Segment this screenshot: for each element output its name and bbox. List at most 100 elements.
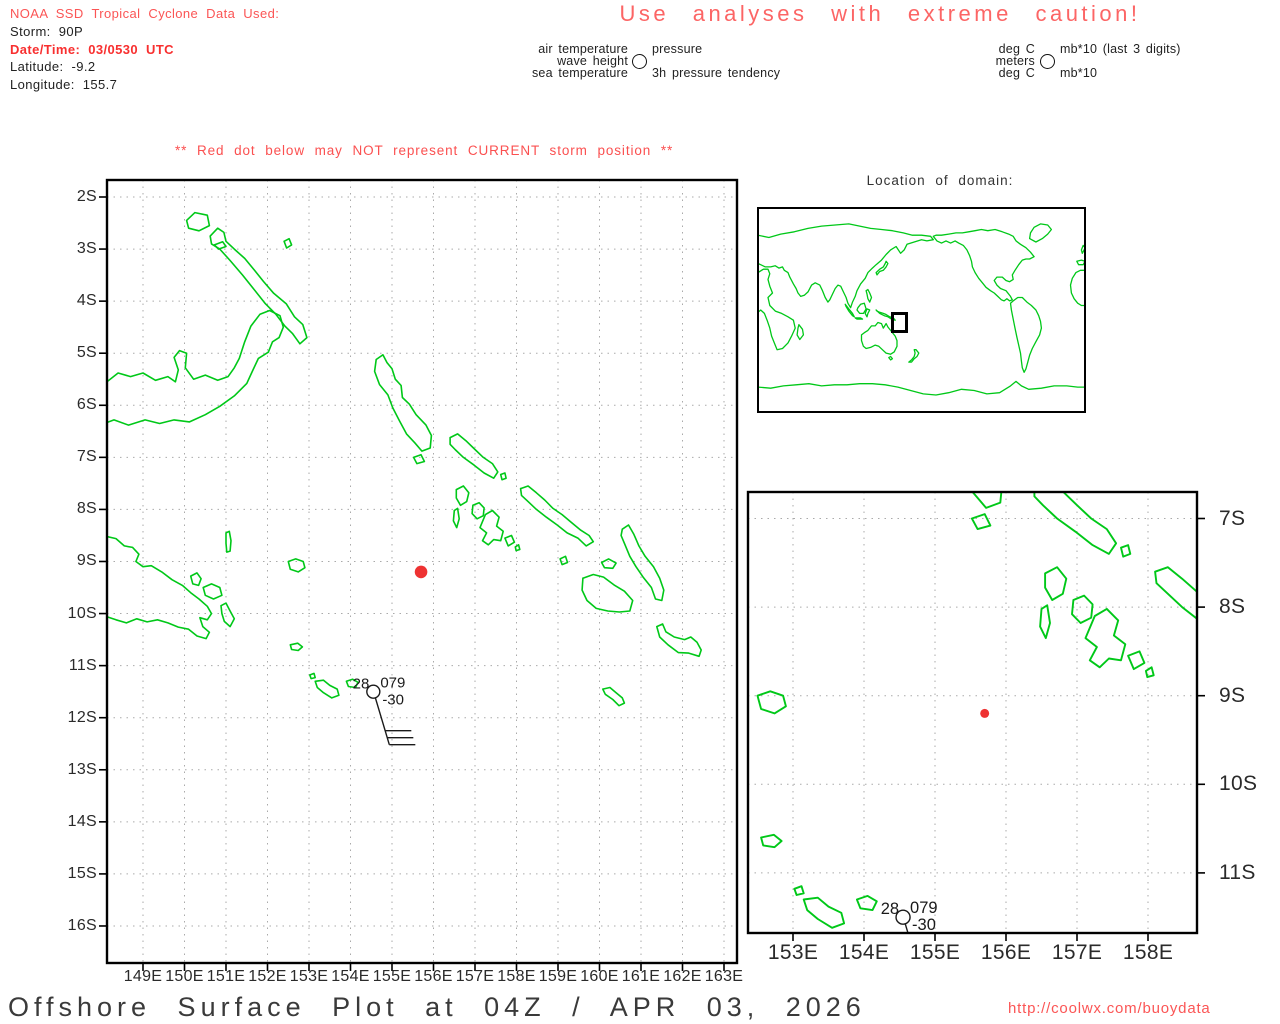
coastline <box>519 485 595 547</box>
lat-axis-label-main: 10S <box>67 604 97 622</box>
lat-axis-label-main: 4S <box>76 292 97 310</box>
lon-axis-label-main: 158E <box>497 968 536 985</box>
lon-axis-label-main: 149E <box>123 968 163 985</box>
lon-axis-label-main: 159E <box>538 968 578 985</box>
coastline <box>793 885 805 896</box>
lat-axis-label-main: 5S <box>76 344 97 362</box>
lat-axis-label-main: 7S <box>76 448 97 466</box>
coastline <box>600 558 617 570</box>
lat-axis-label-main: 6S <box>76 396 97 414</box>
lon-axis-label-main: 152E <box>248 968 287 985</box>
caution-title: Use analyses with extreme caution! <box>619 1 1141 26</box>
world-coastline <box>1069 269 1086 307</box>
coastline <box>412 453 426 465</box>
storm-latitude: Latitude: -9.2 <box>10 59 96 75</box>
coastline <box>471 501 485 520</box>
coastline <box>1144 666 1155 679</box>
coastline <box>855 894 878 912</box>
coastline <box>499 472 507 481</box>
noaa-header: NOAA SSD Tropical Cyclone Data Used: Sto… <box>10 5 279 94</box>
coastline <box>185 211 211 232</box>
lon-axis-label-main: 161E <box>621 968 661 985</box>
coastline <box>309 672 316 680</box>
lat-axis-label-main: 15S <box>67 864 97 882</box>
legend-mb10-tendency: mb*10 <box>1060 66 1098 80</box>
lon-axis-label-main: 155E <box>372 968 412 985</box>
lat-axis-label-zoom: 11S <box>1219 860 1256 884</box>
lat-axis-label-main: 14S <box>67 812 97 830</box>
station-air-temp: 28 <box>353 676 370 693</box>
inset-title: Location of domain: <box>866 173 1014 188</box>
station-plot: 28 079-30 <box>353 675 416 746</box>
coastline <box>1127 650 1146 671</box>
world-coastline <box>854 317 864 320</box>
lat-axis-label-main: 12S <box>67 708 97 726</box>
lat-axis-label-main: 8S <box>76 500 97 518</box>
coastline <box>1071 594 1094 624</box>
coastline <box>220 602 236 628</box>
lon-axis-label-zoom: 155E <box>909 941 961 964</box>
lon-axis-label-main: 156E <box>414 968 453 985</box>
world-coastline <box>908 349 920 363</box>
lon-axis-label-zoom: 158E <box>1122 941 1174 964</box>
lat-axis-label-zoom: 7S <box>1219 506 1246 530</box>
coastline <box>283 237 293 249</box>
lon-axis-label-main: 150E <box>165 968 204 985</box>
coastline <box>756 690 787 715</box>
coastline <box>314 679 340 699</box>
coastline <box>504 534 516 547</box>
main-map: 28 079-30 <box>99 178 739 971</box>
coastline <box>373 354 433 452</box>
coastline <box>750 146 763 162</box>
lon-axis-label-main: 163E <box>704 968 744 985</box>
coastline <box>1033 492 1118 555</box>
lon-axis-label-zoom: 156E <box>980 941 1032 964</box>
world-coastline <box>865 288 873 303</box>
coastline <box>107 535 213 640</box>
units-circle-icon <box>1040 54 1055 69</box>
lat-axis-label-main: 2S <box>76 188 97 205</box>
coastline <box>449 433 499 480</box>
coastline <box>1044 566 1068 601</box>
coastline <box>584 102 623 133</box>
coastline <box>581 573 634 613</box>
lat-axis-label-main: 9S <box>76 552 97 570</box>
coastline <box>760 833 783 849</box>
coastline <box>289 642 304 652</box>
station-pressure: 079 <box>910 899 938 917</box>
world-coastline <box>1076 259 1086 266</box>
station-legend-symbols: air temperature wave height sea temperat… <box>500 43 800 83</box>
lat-axis-label-main: 13S <box>67 760 97 778</box>
world-coastline <box>757 223 934 309</box>
coastline <box>213 240 227 250</box>
plot-title: Offshore Surface Plot at 04Z / APR 03, 2… <box>8 992 866 1022</box>
coastline <box>970 513 992 531</box>
storm-position-dot <box>980 708 990 718</box>
station-tendency: -30 <box>382 692 404 709</box>
lon-axis-label-main: 153E <box>289 968 329 985</box>
zoom-map: 28 079-30 <box>746 490 1205 941</box>
domain-box <box>891 312 908 333</box>
world-coastline <box>1009 296 1043 373</box>
coastline <box>189 572 202 587</box>
lon-axis-label-main: 160E <box>580 968 619 985</box>
lon-axis-label-zoom: 153E <box>767 941 819 964</box>
world-coastline <box>864 308 871 318</box>
coastline <box>287 558 306 573</box>
coastline <box>1120 544 1132 558</box>
coastline <box>107 309 285 426</box>
legend-pressure-tendency: 3h pressure tendency <box>652 66 781 80</box>
world-coastline <box>796 324 805 341</box>
coastline <box>802 896 846 929</box>
coastline <box>225 530 232 553</box>
lon-axis-label-zoom: 157E <box>1051 941 1103 964</box>
station-pressure: 079 <box>380 675 405 692</box>
lat-axis-label-main: 16S <box>67 916 97 934</box>
coastline <box>601 686 626 707</box>
world-inset-map <box>757 207 1086 413</box>
station-tendency: -30 <box>912 916 936 934</box>
world-coastline <box>888 355 894 361</box>
coastline <box>452 507 461 529</box>
coastline <box>655 623 703 658</box>
lon-axis-label-main: 162E <box>663 968 702 985</box>
